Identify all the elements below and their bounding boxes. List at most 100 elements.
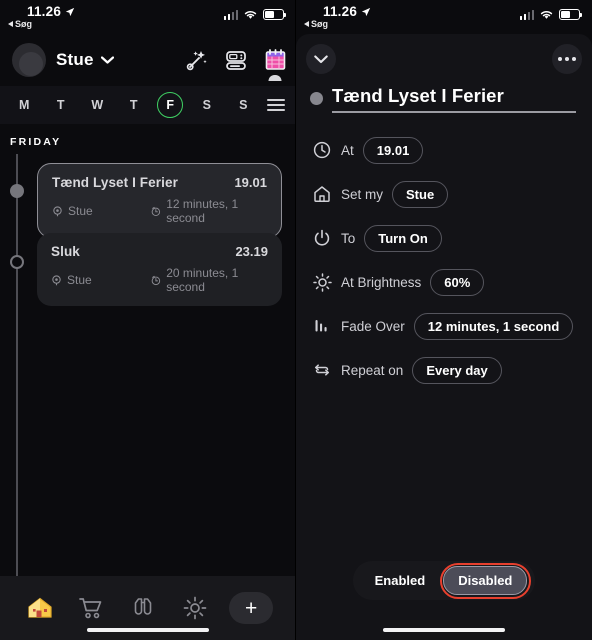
status-dot	[310, 92, 323, 106]
detail-row-repeat: Repeat on Every day	[312, 356, 592, 384]
discover-tab[interactable]	[126, 593, 160, 623]
detail-label: Repeat on	[341, 362, 404, 378]
location-arrow-icon	[361, 7, 371, 16]
home-indicator	[87, 627, 209, 632]
timeline-marker-1	[10, 255, 24, 269]
card-meta-row: Stue 20 minutes, 1 second	[51, 266, 268, 294]
room-value-pill[interactable]: Stue	[392, 180, 449, 208]
schedule-room: Stue	[67, 273, 92, 287]
day-label: FRIDAY	[10, 136, 62, 148]
home-tab[interactable]	[23, 593, 57, 623]
day-button-1[interactable]: T	[48, 92, 74, 118]
calendar-icon[interactable]	[264, 49, 286, 81]
sheet-toolbar	[296, 34, 592, 82]
detail-label: At	[341, 142, 354, 158]
tab-list: +	[0, 592, 296, 624]
home-name[interactable]: Stue	[56, 50, 94, 70]
day-button-5[interactable]: S	[194, 92, 220, 118]
battery-icon	[559, 9, 582, 20]
state-toggle-wrap: Enabled Disabled	[296, 561, 592, 600]
cellular-signal-icon	[519, 9, 534, 20]
more-options-button[interactable]	[552, 44, 582, 74]
chevron-down-icon	[314, 54, 328, 63]
clock-icon	[312, 140, 332, 160]
home-indicator	[383, 627, 505, 632]
back-to-search-button[interactable]: Søg	[304, 19, 328, 29]
battery-icon	[263, 9, 286, 20]
wifi-icon	[540, 11, 553, 19]
collapse-button[interactable]	[306, 44, 336, 74]
detail-row-setmy: Set my Stue	[312, 180, 592, 208]
status-time: 11.26	[27, 4, 62, 19]
timer-icon	[152, 275, 161, 285]
day-button-0[interactable]: M	[11, 92, 37, 118]
status-indicators	[223, 9, 286, 20]
day-strip: M T W T F S S	[0, 86, 296, 124]
schedule-title: Sluk	[51, 244, 80, 259]
schedule-duration-group: 20 minutes, 1 second	[151, 266, 268, 294]
location-arrow-icon	[65, 7, 75, 16]
schedule-time: 19.01	[234, 175, 267, 190]
brightness-value-pill[interactable]: 60%	[430, 268, 485, 296]
back-label: Søg	[15, 19, 32, 29]
detail-label: To	[341, 230, 356, 246]
magic-wand-icon[interactable]	[186, 49, 208, 71]
status-time-group: 11.26	[323, 4, 371, 19]
shop-tab[interactable]	[74, 593, 108, 623]
left-header: Stue	[0, 34, 296, 86]
fade-bars-icon	[312, 316, 332, 336]
back-triangle-icon	[304, 21, 309, 27]
device-remote-icon[interactable]	[225, 49, 247, 71]
title-field[interactable]: Tænd Lyset I Ferier	[332, 85, 576, 113]
more-horizontal-icon	[558, 57, 576, 61]
title-underline	[332, 111, 576, 113]
repeat-icon	[312, 360, 332, 380]
card-header-row: Sluk 23.19	[51, 244, 268, 259]
back-to-search-button[interactable]: Søg	[8, 19, 32, 29]
brightness-icon	[312, 272, 332, 292]
back-triangle-icon	[8, 21, 13, 27]
bottom-tab-bar: +	[0, 576, 296, 640]
disabled-option-selected[interactable]: Disabled	[439, 562, 532, 599]
header-icon-group	[186, 49, 286, 81]
schedule-title: Tænd Lyset I Ferier	[52, 175, 178, 190]
timeline-marker-0	[10, 184, 24, 198]
schedule-card-0[interactable]: Tænd Lyset I Ferier 19.01 Stue 12 minute…	[37, 163, 282, 238]
repeat-value-pill[interactable]: Every day	[412, 356, 502, 384]
schedule-time: 23.19	[235, 244, 268, 259]
schedule-duration: 12 minutes, 1 second	[166, 197, 239, 225]
time-value-pill[interactable]: 19.01	[362, 136, 424, 164]
gear-icon	[183, 596, 206, 620]
schedule-card-1[interactable]: Sluk 23.19 Stue 20 minutes, 1 second	[37, 233, 282, 306]
detail-row-brightness: At Brightness 60%	[312, 268, 592, 296]
avatar[interactable]	[12, 43, 46, 77]
day-button-6[interactable]: S	[230, 92, 256, 118]
status-bar-left: 11.26 Søg	[0, 0, 296, 34]
detail-rows: At 19.01 Set my Stue To Turn On At Brigh…	[296, 113, 592, 384]
hamburger-menu-icon[interactable]	[266, 98, 285, 112]
card-meta-row: Stue 12 minutes, 1 second	[52, 197, 267, 225]
home-icon	[312, 184, 332, 204]
fade-value-pill[interactable]: 12 minutes, 1 second	[413, 312, 574, 340]
power-icon	[312, 228, 332, 248]
day-button-2[interactable]: W	[84, 92, 110, 118]
add-button[interactable]: +	[229, 592, 274, 624]
sheet-title-row: Tænd Lyset I Ferier	[296, 82, 592, 113]
schedule-room-group: Stue	[51, 273, 151, 287]
day-button-4-selected[interactable]: F	[157, 92, 184, 118]
binoculars-icon	[134, 598, 152, 615]
enabled-option[interactable]: Enabled	[361, 567, 440, 594]
app-screen: 11.26 Søg Stue M T W T F S S FRIDAY Tænd…	[0, 0, 592, 640]
day-button-3[interactable]: T	[121, 92, 147, 118]
timeline: Tænd Lyset I Ferier 19.01 Stue 12 minute…	[0, 154, 296, 594]
location-pin-icon	[52, 274, 61, 285]
action-value-pill[interactable]: Turn On	[364, 224, 442, 252]
settings-tab[interactable]	[178, 593, 212, 623]
panel-divider	[295, 0, 296, 640]
detail-row-to: To Turn On	[312, 224, 592, 252]
timer-icon	[152, 206, 161, 216]
chevron-down-icon[interactable]	[100, 56, 114, 64]
card-header-row: Tænd Lyset I Ferier 19.01	[52, 175, 267, 190]
schedule-room-group: Stue	[52, 204, 151, 218]
timeline-line	[16, 154, 18, 591]
